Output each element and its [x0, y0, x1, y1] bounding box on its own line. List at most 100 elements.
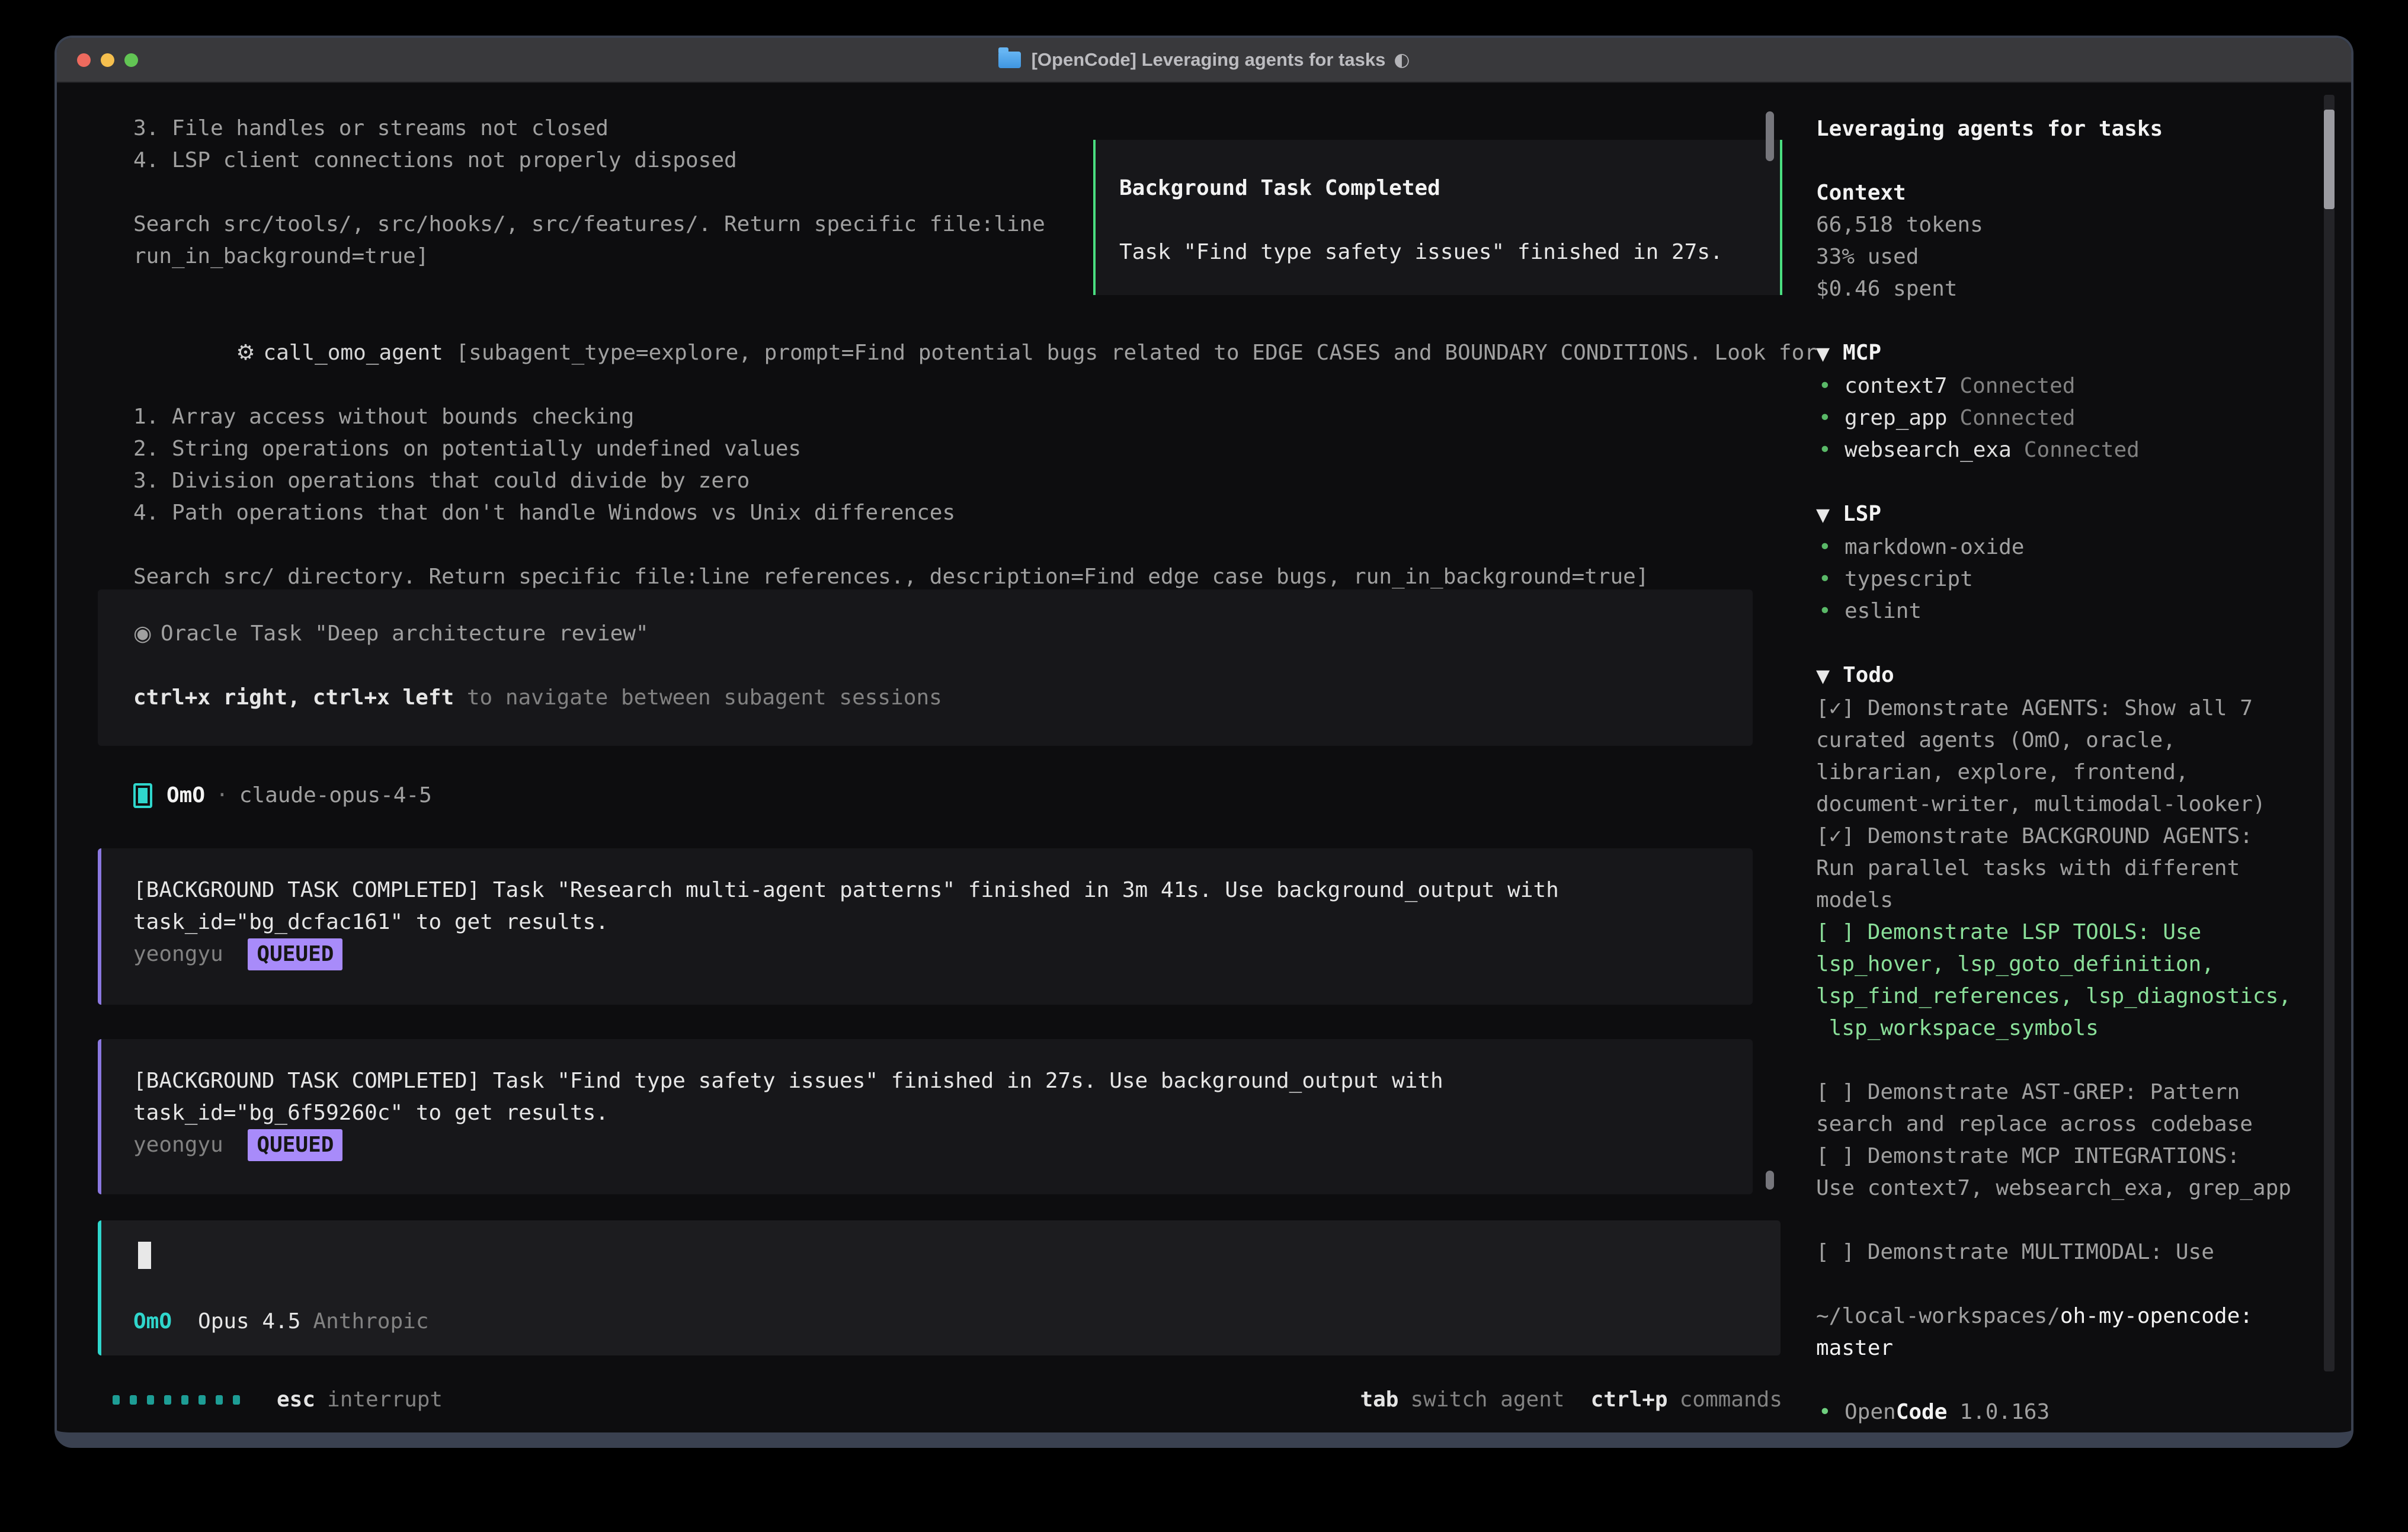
mcp-item-context7: •context7Connected: [1816, 370, 2314, 402]
working-spinner-dots: [113, 1395, 240, 1405]
spinner-dot: [198, 1395, 206, 1405]
sidebar-scrollbar-track[interactable]: [2324, 95, 2335, 1371]
oracle-session-icon: ◉: [133, 618, 161, 650]
todo-item-mcp-integrations: [ ] Demonstrate MCP INTEGRATIONS: Use co…: [1816, 1140, 2314, 1204]
zoom-button[interactable]: [124, 53, 138, 67]
message-author: yeongyu: [133, 1133, 223, 1157]
esc-key-label: interrupt: [327, 1384, 443, 1416]
version-number: 1.0.163: [1959, 1400, 2050, 1424]
separator-dot: ·: [216, 780, 229, 812]
todo-item-multimodal: [ ] Demonstrate MULTIMODAL: Use: [1816, 1236, 2314, 1268]
opencode-version-line: •OpenCode1.0.163: [1816, 1396, 2314, 1428]
sidebar: Leveraging agents for tasks Context 66,5…: [1804, 113, 2314, 1428]
folder-icon: [998, 52, 1021, 68]
bullet-icon: •: [1818, 531, 1831, 563]
context-header: Context: [1816, 177, 2314, 209]
background-task-message: [BACKGROUND TASK COMPLETED] Task "Find t…: [98, 1039, 1753, 1194]
shortcut-ctrl-x-left: ctrl+x left: [313, 685, 454, 710]
title-bar: [OpenCode] Leveraging agents for tasks ◐: [57, 38, 2351, 83]
spinner-dot: [147, 1395, 154, 1405]
message-body: [BACKGROUND TASK COMPLETED] Task "Find t…: [133, 1065, 1735, 1129]
tool-call-args: [subagent_type=explore, prompt=Find pote…: [443, 341, 1817, 365]
prompt-input[interactable]: OmO Opus 4.5 Anthropic: [98, 1220, 1781, 1355]
context-stats: 66,518 tokens 33% used $0.46 spent: [1816, 209, 2314, 305]
ctrl-p-key-label: commands: [1680, 1384, 1782, 1416]
main-scrollbar-thumb-bottom[interactable]: [1766, 1171, 1774, 1190]
input-model-name: Opus 4.5: [198, 1309, 300, 1334]
context-section: Context 66,518 tokens 33% used $0.46 spe…: [1816, 177, 2314, 305]
app-window: [OpenCode] Leveraging agents for tasks ◐…: [55, 36, 2353, 1448]
tool-call-name: call_omo_agent: [263, 341, 443, 365]
todo-item-lsp-tools: [ ] Demonstrate LSP TOOLS: Use lsp_hover…: [1816, 916, 2314, 1044]
mcp-item-websearch-exa: •websearch_exaConnected: [1816, 434, 2314, 466]
text-cursor: [138, 1242, 151, 1269]
message-author: yeongyu: [133, 942, 223, 966]
mcp-item-grep-app: •grep_appConnected: [1816, 402, 2314, 434]
status-dot-icon: •: [1818, 1396, 1831, 1428]
bullet-icon: •: [1818, 370, 1831, 402]
chevron-down-icon: ▼: [1816, 661, 1843, 693]
message-body: [BACKGROUND TASK COMPLETED] Task "Resear…: [133, 874, 1735, 938]
lsp-section: ▼LSP •markdown-oxide •typescript •eslint: [1816, 498, 2314, 627]
toast-title: Background Task Completed: [1119, 172, 1780, 204]
bullet-icon: •: [1818, 595, 1831, 627]
agent-square-icon: [133, 783, 152, 808]
shortcut-ctrl-x-right: ctrl+x right,: [133, 685, 300, 710]
ctrl-p-key-hint: ctrl+p: [1591, 1384, 1668, 1416]
sidebar-scrollbar-thumb[interactable]: [2324, 110, 2335, 209]
agent-name: OmO: [166, 780, 205, 812]
spinner-dot: [181, 1395, 188, 1405]
toast-body: Task "Find type safety issues" finished …: [1119, 236, 1780, 268]
gear-icon: ⚙: [236, 337, 263, 369]
lsp-item-markdown-oxide: •markdown-oxide: [1816, 531, 2314, 563]
tab-key-label: switch agent: [1410, 1384, 1564, 1416]
progress-circle-icon: ◐: [1394, 49, 1410, 70]
chevron-down-icon: ▼: [1816, 499, 1843, 531]
spinner-dot: [216, 1395, 223, 1405]
lsp-item-eslint: •eslint: [1816, 595, 2314, 627]
workspace-path: ~/local-workspaces/oh-my-opencode: maste…: [1816, 1300, 2314, 1364]
todo-header[interactable]: ▼Todo: [1816, 659, 2314, 693]
todo-item-ast-grep: [ ] Demonstrate AST-GREP: Pattern search…: [1816, 1076, 2314, 1140]
lsp-header[interactable]: ▼LSP: [1816, 498, 2314, 531]
oracle-task-panel: ◉Oracle Task "Deep architecture review" …: [98, 589, 1753, 746]
traffic-lights: [77, 38, 138, 82]
agent-header: OmO · claude-opus-4-5: [133, 780, 432, 812]
spinner-dot: [164, 1395, 171, 1405]
spinner-dot: [233, 1395, 240, 1405]
bullet-icon: •: [1818, 434, 1831, 466]
input-provider-name: Anthropic: [313, 1309, 428, 1334]
close-button[interactable]: [77, 53, 91, 67]
tab-key-hint: tab: [1360, 1384, 1398, 1416]
background-task-message: [BACKGROUND TASK COMPLETED] Task "Resear…: [98, 848, 1753, 1005]
status-bar: esc interrupt tab switch agent ctrl+p co…: [113, 1384, 1782, 1416]
agent-model: claude-opus-4-5: [239, 780, 432, 812]
minimize-button[interactable]: [101, 53, 114, 67]
window-title: [OpenCode] Leveraging agents for tasks: [1032, 49, 1386, 70]
mcp-section: ▼MCP •context7Connected •grep_appConnect…: [1816, 337, 2314, 466]
git-branch: master: [1816, 1336, 1893, 1360]
session-title: Leveraging agents for tasks: [1816, 113, 2314, 145]
main-scrollbar-thumb[interactable]: [1766, 111, 1774, 161]
terminal-content: 3. File handles or streams not closed 4.…: [57, 83, 2351, 1431]
tool-call-block: ⚙call_omo_agent [subagent_type=explore, …: [133, 305, 1817, 593]
todo-item-agents: [✓] Demonstrate AGENTS: Show all 7 curat…: [1816, 693, 2314, 821]
lsp-item-typescript: •typescript: [1816, 563, 2314, 595]
bullet-icon: •: [1818, 402, 1831, 434]
chevron-down-icon: ▼: [1816, 338, 1843, 370]
background-task-toast[interactable]: Background Task Completed Task "Find typ…: [1093, 140, 1782, 295]
bullet-icon: •: [1818, 563, 1831, 595]
scrollback-text: 3. File handles or streams not closed 4.…: [133, 113, 1045, 273]
spinner-dot: [130, 1395, 137, 1405]
todo-section: ▼Todo [✓] Demonstrate AGENTS: Show all 7…: [1816, 659, 2314, 1268]
mcp-header[interactable]: ▼MCP: [1816, 337, 2314, 370]
tool-call-body: 1. Array access without bounds checking …: [133, 401, 1817, 593]
oracle-task-title: Oracle Task "Deep architecture review": [161, 621, 649, 646]
status-badge: QUEUED: [248, 1129, 342, 1161]
input-agent-name: OmO: [133, 1309, 172, 1334]
spinner-dot: [113, 1395, 120, 1405]
esc-key-hint: esc: [277, 1384, 315, 1416]
status-badge: QUEUED: [248, 938, 342, 970]
shortcut-hint-text: to navigate between subagent sessions: [454, 685, 942, 710]
todo-item-background-agents: [✓] Demonstrate BACKGROUND AGENTS: Run p…: [1816, 821, 2314, 916]
